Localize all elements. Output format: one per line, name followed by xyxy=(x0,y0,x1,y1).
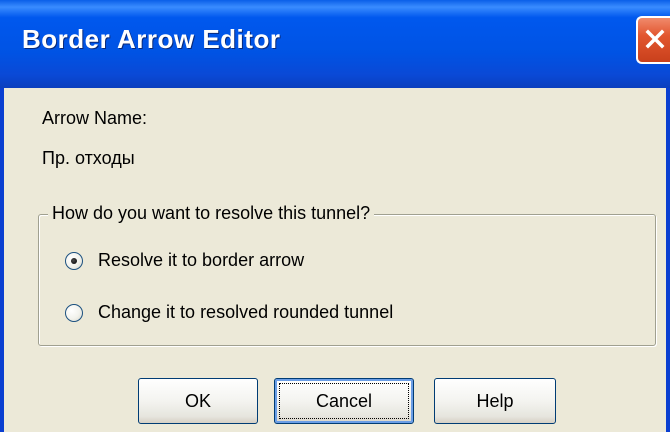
radio-label-resolve-border-arrow[interactable]: Resolve it to border arrow xyxy=(98,250,304,271)
cancel-button-label: Cancel xyxy=(315,391,373,411)
ok-button[interactable]: OK xyxy=(138,378,258,424)
close-button[interactable] xyxy=(636,16,670,64)
radio-selected-dot xyxy=(71,258,77,264)
resolve-group-legend: How do you want to resolve this tunnel? xyxy=(48,203,375,224)
help-button[interactable]: Help xyxy=(434,378,556,424)
ok-button-label: OK xyxy=(184,391,211,411)
help-button-label: Help xyxy=(476,391,514,411)
cancel-button[interactable]: Cancel xyxy=(274,378,414,424)
arrow-name-label: Arrow Name: xyxy=(42,108,148,128)
radio-change-rounded-tunnel[interactable] xyxy=(65,304,83,322)
close-icon xyxy=(645,29,665,49)
radio-resolve-border-arrow[interactable] xyxy=(65,252,83,270)
title-bar[interactable]: Border Arrow Editor xyxy=(0,0,670,88)
dialog-window: Border Arrow Editor Arrow Name: Пр. отхо… xyxy=(0,0,670,432)
arrow-name-value: Пр. отходы xyxy=(42,148,135,168)
radio-label-change-rounded-tunnel[interactable]: Change it to resolved rounded tunnel xyxy=(98,302,393,323)
window-title: Border Arrow Editor xyxy=(22,24,281,54)
resolve-groupbox xyxy=(38,214,656,346)
